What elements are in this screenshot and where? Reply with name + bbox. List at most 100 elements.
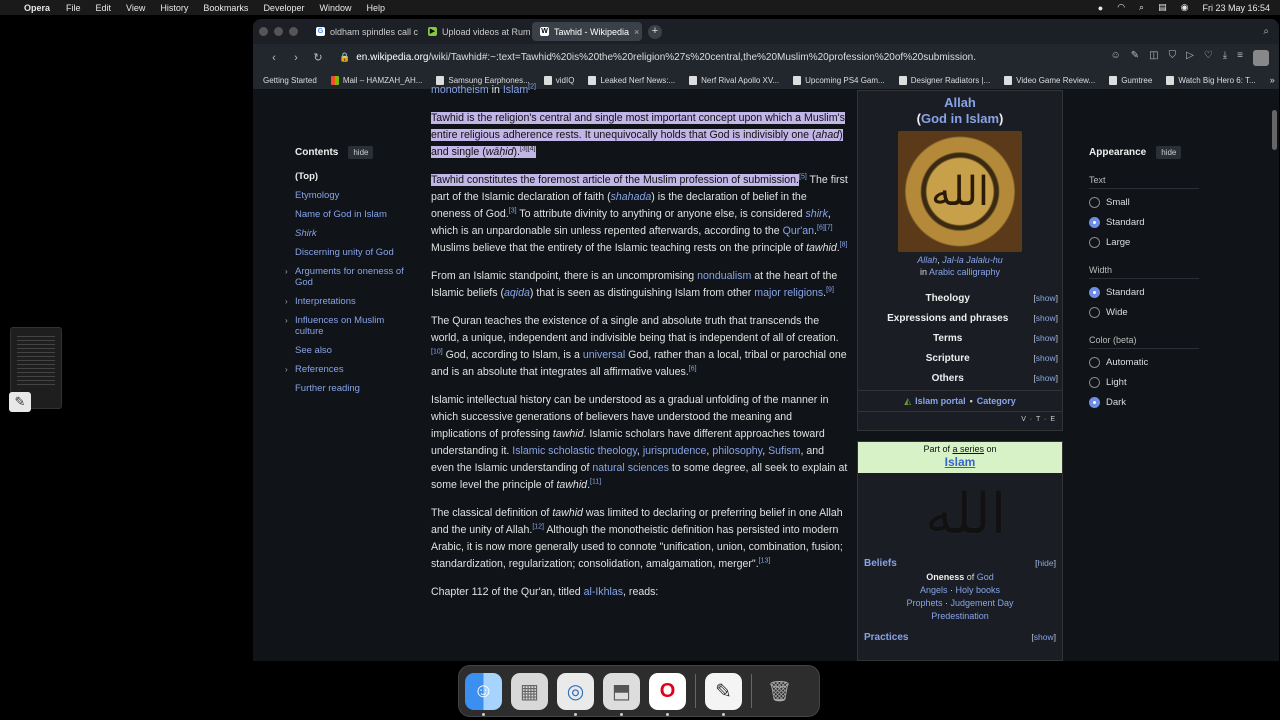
menu-window[interactable]: Window bbox=[319, 3, 351, 13]
show-toggle[interactable]: [show] bbox=[1033, 293, 1058, 303]
radio-button[interactable] bbox=[1089, 197, 1100, 208]
ref[interactable]: [6][7] bbox=[817, 224, 833, 231]
show-toggle[interactable]: [show] bbox=[1033, 353, 1058, 363]
chevron-right-icon[interactable]: › bbox=[285, 315, 288, 326]
show-toggle[interactable]: [show] bbox=[1033, 313, 1058, 323]
bookmark-getting-started[interactable]: Getting Started bbox=[263, 76, 317, 85]
link-arabic-calligraphy[interactable]: Arabic calligraphy bbox=[929, 267, 1000, 277]
toc-item-shirk[interactable]: Shirk bbox=[295, 228, 415, 239]
toc-item-interpretations[interactable]: › Interpretations bbox=[285, 296, 415, 307]
bookmark-gumtree[interactable]: Gumtree bbox=[1109, 75, 1152, 85]
toc-item-arguments[interactable]: › Arguments for oneness of God bbox=[285, 266, 415, 288]
emoji-icon[interactable]: ☺ bbox=[1111, 50, 1121, 66]
link-natural-sciences[interactable]: natural sciences bbox=[592, 462, 669, 474]
vte-links[interactable]: V · T · E bbox=[858, 412, 1062, 427]
bookmark-video-game[interactable]: Video Game Review... bbox=[1004, 75, 1095, 85]
menu-bookmarks[interactable]: Bookmarks bbox=[203, 3, 248, 13]
text-size-large[interactable]: Large bbox=[1089, 237, 1209, 248]
toc-item-references[interactable]: › References bbox=[285, 364, 415, 375]
trash-icon[interactable]: 🗑 bbox=[761, 673, 798, 710]
link-islam[interactable]: Islam bbox=[503, 84, 528, 96]
toc-item-etymology[interactable]: Etymology bbox=[295, 190, 415, 201]
link-al-ikhlas[interactable]: al-Ikhlas bbox=[584, 586, 623, 598]
lock-icon[interactable]: 🔒 bbox=[339, 52, 350, 63]
toc-item-discerning-unity[interactable]: Discerning unity of God bbox=[295, 247, 415, 258]
link-aqida[interactable]: aqida bbox=[504, 287, 530, 299]
hide-toggle[interactable]: [hide] bbox=[1035, 558, 1056, 568]
quicktime-icon[interactable]: ◎ bbox=[557, 672, 594, 716]
text-size-standard[interactable]: Standard bbox=[1089, 217, 1209, 228]
download-icon[interactable]: ⤓ bbox=[1223, 50, 1227, 66]
profile-avatar[interactable] bbox=[1253, 49, 1269, 66]
link-nondualism[interactable]: nondualism bbox=[697, 270, 751, 282]
heart-icon[interactable]: ♡ bbox=[1204, 50, 1213, 66]
toc-item-further-reading[interactable]: Further reading bbox=[295, 383, 415, 394]
menu-history[interactable]: History bbox=[160, 3, 188, 13]
show-toggle[interactable]: [show] bbox=[1031, 632, 1056, 642]
link-monotheism[interactable]: monotheism bbox=[431, 84, 489, 96]
color-light[interactable]: Light bbox=[1089, 377, 1209, 388]
ref[interactable]: [10] bbox=[431, 348, 443, 355]
show-toggle[interactable]: [show] bbox=[1033, 333, 1058, 343]
ref[interactable]: [13] bbox=[759, 557, 771, 564]
color-dark[interactable]: Dark bbox=[1089, 397, 1209, 408]
link-category[interactable]: Category bbox=[977, 396, 1016, 406]
link-quran[interactable]: Qur'an bbox=[783, 225, 814, 237]
link-sufism[interactable]: Sufism bbox=[768, 445, 800, 457]
bookmark-big-hero[interactable]: Watch Big Hero 6: T... bbox=[1166, 75, 1256, 85]
link-practices[interactable]: Practices bbox=[864, 632, 1031, 643]
search-tabs-icon[interactable]: ⌕ bbox=[1263, 26, 1269, 37]
width-wide[interactable]: Wide bbox=[1089, 307, 1209, 318]
desktop-window-thumbnail[interactable]: ✎ bbox=[9, 327, 62, 412]
link-holy-books[interactable]: Holy books bbox=[956, 585, 1001, 595]
width-standard[interactable]: Standard bbox=[1089, 287, 1209, 298]
link-islam-portal[interactable]: Islam portal bbox=[915, 396, 966, 406]
radio-button[interactable] bbox=[1089, 357, 1100, 368]
ref[interactable]: [3][4] bbox=[520, 145, 536, 152]
tab-oldham[interactable]: G oldham spindles call cen bbox=[308, 22, 418, 41]
link-prophets[interactable]: Prophets bbox=[906, 598, 942, 608]
toc-item-name-of-god[interactable]: Name of God in Islam bbox=[295, 209, 415, 220]
menu-edit[interactable]: Edit bbox=[96, 3, 112, 13]
link-scholastic-theology[interactable]: Islamic scholastic theology bbox=[512, 445, 637, 457]
link-god-in-islam[interactable]: God in Islam bbox=[921, 111, 999, 126]
wifi-icon[interactable]: ◠ bbox=[1117, 2, 1125, 13]
bookmark-radiators[interactable]: Designer Radiators |... bbox=[898, 75, 990, 85]
back-icon[interactable]: ‹ bbox=[263, 52, 285, 64]
control-center-icon[interactable]: ▤ bbox=[1158, 2, 1167, 13]
radio-button[interactable] bbox=[1089, 307, 1100, 318]
link-islam-series[interactable]: Islam bbox=[858, 456, 1062, 469]
shield-icon[interactable]: ⛉ bbox=[1169, 50, 1177, 66]
ref[interactable]: [8] bbox=[840, 241, 848, 248]
tab-wikipedia[interactable]: W Tawhid - Wikipedia × bbox=[532, 22, 642, 41]
link-shirk[interactable]: shirk bbox=[806, 208, 828, 220]
reload-icon[interactable]: ↻ bbox=[307, 51, 329, 64]
link-jal-la-jalalu-hu[interactable]: Jal-la Jalalu-hu bbox=[942, 255, 1003, 265]
radio-button-selected[interactable] bbox=[1089, 217, 1100, 228]
close-window-button[interactable] bbox=[259, 27, 268, 36]
menu-icon[interactable]: ≡ bbox=[1237, 50, 1243, 66]
bookmarks-overflow-icon[interactable]: » bbox=[1270, 75, 1275, 85]
search-icon[interactable]: ⌕ bbox=[1139, 2, 1144, 13]
textedit-icon[interactable]: ✎ bbox=[705, 672, 742, 716]
ref[interactable]: [12] bbox=[532, 523, 544, 530]
launchpad-icon[interactable]: ▦ bbox=[511, 672, 548, 710]
finder-icon[interactable]: ☺ bbox=[465, 672, 502, 716]
chevron-right-icon[interactable]: › bbox=[285, 296, 288, 307]
allah-calligraphy-image[interactable]: الله bbox=[898, 131, 1022, 252]
camera-icon[interactable]: ◫ bbox=[1149, 50, 1158, 66]
link-god[interactable]: God bbox=[977, 572, 994, 582]
ref[interactable]: [2] bbox=[528, 83, 536, 90]
record-icon[interactable]: ● bbox=[1098, 3, 1103, 13]
ref[interactable]: [11] bbox=[590, 478, 601, 485]
link-philosophy[interactable]: philosophy bbox=[712, 445, 762, 457]
ref[interactable]: [6] bbox=[689, 365, 697, 372]
radio-button[interactable] bbox=[1089, 237, 1100, 248]
ref[interactable]: [3] bbox=[509, 207, 517, 214]
link-predestination[interactable]: Predestination bbox=[931, 611, 989, 621]
new-tab-button[interactable]: + bbox=[648, 24, 662, 39]
url-field[interactable]: en.wikipedia.org/wiki/Tawhid#:~:text=Taw… bbox=[356, 52, 1096, 63]
menu-view[interactable]: View bbox=[126, 3, 145, 13]
menu-developer[interactable]: Developer bbox=[263, 3, 304, 13]
edit-icon[interactable]: ✎ bbox=[1131, 50, 1139, 66]
